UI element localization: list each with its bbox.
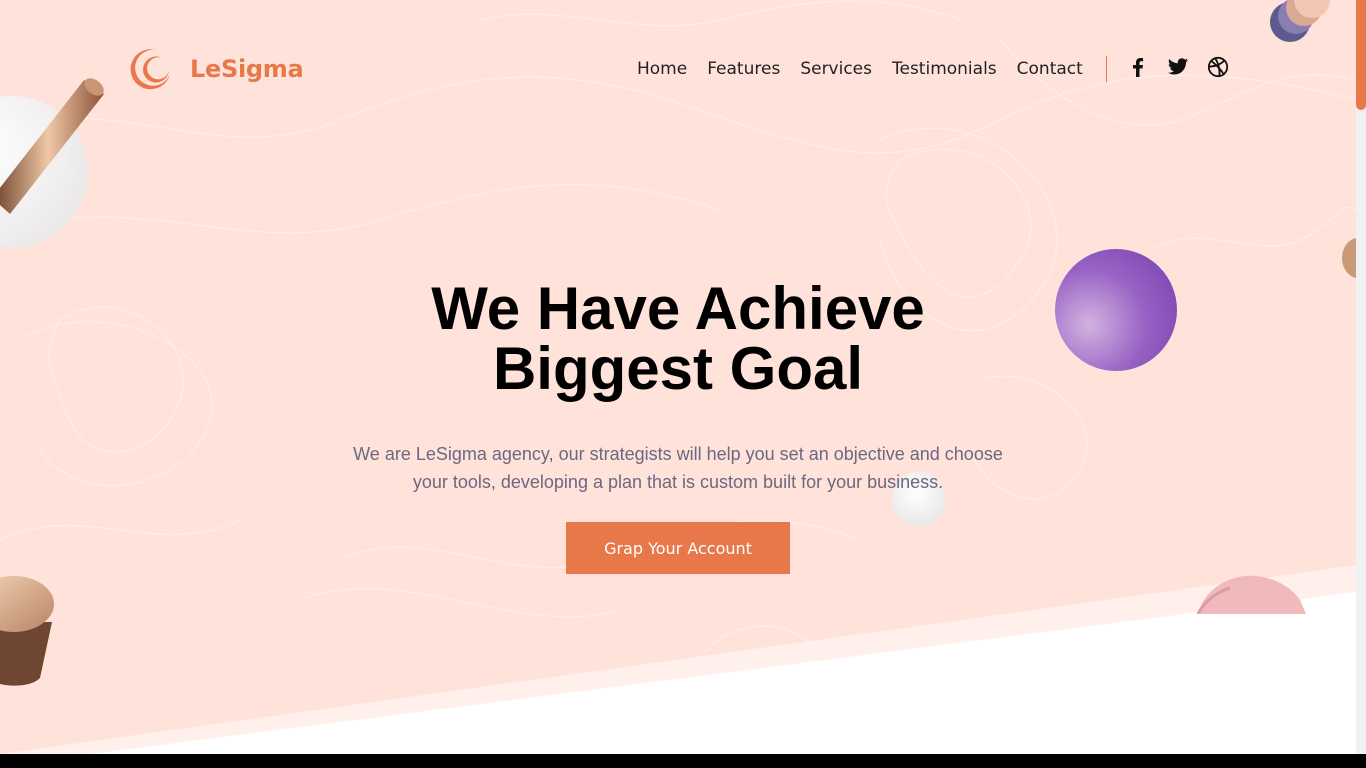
crescent-logo-icon: [130, 49, 171, 90]
facebook-icon[interactable]: [1127, 56, 1149, 78]
hero-headline-line1: We Have Achieve: [431, 275, 925, 342]
hero-subtext: We are LeSigma agency, our strategists w…: [353, 444, 1003, 492]
brand-name: LeSigma: [190, 55, 304, 83]
brand-logo[interactable]: LeSigma: [126, 46, 304, 92]
nav-item-home[interactable]: Home: [637, 57, 687, 81]
copper-rod-decoration: [0, 78, 104, 214]
edge-cylinder-decoration: [1342, 238, 1356, 278]
nav-divider: [1106, 56, 1107, 82]
hero-headline: We Have Achieve Biggest Goal: [0, 279, 1356, 399]
nav-item-testimonials[interactable]: Testimonials: [892, 57, 997, 81]
pink-dome-decoration: [1196, 575, 1306, 614]
stacked-discs-decoration: [1270, 0, 1330, 42]
hero-headline-line2: Biggest Goal: [492, 335, 864, 402]
hero-section: LeSigma Home Features Services Testimoni…: [0, 0, 1356, 754]
page-scrollbar[interactable]: [1356, 0, 1366, 754]
main-nav: Home Features Services Testimonials Cont…: [637, 57, 1103, 81]
brown-cup-decoration: [0, 576, 54, 686]
nav-item-services[interactable]: Services: [800, 57, 872, 81]
twitter-icon[interactable]: [1167, 56, 1189, 78]
nav-item-contact[interactable]: Contact: [1017, 57, 1083, 81]
nav-item-features[interactable]: Features: [707, 57, 780, 81]
grab-account-button[interactable]: Grap Your Account: [566, 522, 790, 574]
scrollbar-thumb[interactable]: [1356, 0, 1366, 110]
dribbble-icon[interactable]: [1207, 56, 1229, 78]
bottom-edge-bar: [0, 754, 1366, 768]
